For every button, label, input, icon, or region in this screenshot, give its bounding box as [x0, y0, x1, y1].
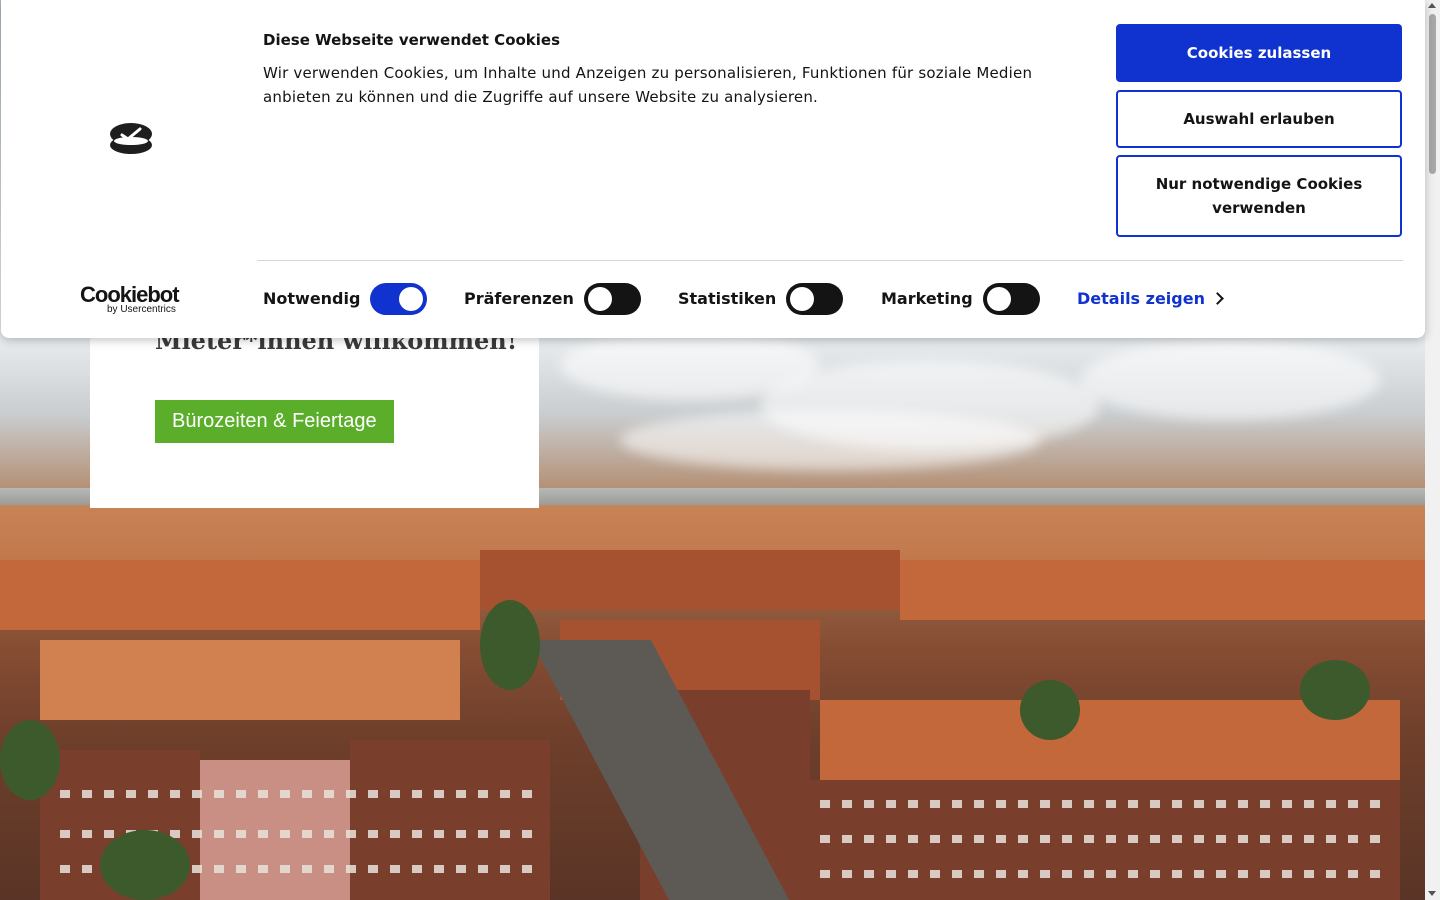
- cookie-consent-banner: Diese Webseite verwendet Cookies Wir ver…: [1, 0, 1425, 338]
- scroll-up-arrow-icon[interactable]: [1428, 3, 1436, 8]
- cookiebot-brand-byline: by Usercentrics: [107, 304, 176, 315]
- toggle-label-necessary: Notwendig: [263, 289, 361, 308]
- necessary-cookies-only-button[interactable]: Nur notwendige Cookies verwenden: [1116, 155, 1402, 237]
- chevron-right-icon[interactable]: [1211, 292, 1224, 305]
- page-scrollbar[interactable]: [1425, 0, 1440, 900]
- scroll-down-arrow-icon[interactable]: [1428, 891, 1436, 896]
- show-details-link[interactable]: Details zeigen: [1077, 289, 1205, 308]
- toggle-preferences[interactable]: [584, 283, 641, 315]
- cookiebot-brand-logo: Cookiebot by Usercentrics: [80, 282, 184, 316]
- cookie-banner-divider: [257, 260, 1403, 261]
- toggle-knob: [987, 287, 1011, 311]
- toggle-label-marketing: Marketing: [881, 289, 973, 308]
- scrollbar-thumb[interactable]: [1429, 14, 1436, 174]
- toggle-marketing[interactable]: [983, 283, 1040, 315]
- toggle-knob: [588, 287, 612, 311]
- toggle-knob: [790, 287, 814, 311]
- toggle-necessary[interactable]: [370, 283, 427, 315]
- toggle-label-preferences: Präferenzen: [464, 289, 574, 308]
- allow-all-cookies-button[interactable]: Cookies zulassen: [1116, 24, 1402, 82]
- website-logo-icon: [110, 123, 152, 154]
- cookie-banner-title: Diese Webseite verwendet Cookies: [263, 31, 561, 49]
- toggle-knob: [399, 287, 423, 311]
- cookie-banner-description: Wir verwenden Cookies, um Inhalte und An…: [263, 64, 1033, 106]
- toggle-label-statistics: Statistiken: [678, 289, 777, 308]
- allow-selection-button[interactable]: Auswahl erlauben: [1116, 90, 1402, 148]
- office-hours-button[interactable]: Bürozeiten & Feiertage: [155, 400, 394, 443]
- toggle-statistics[interactable]: [786, 283, 843, 315]
